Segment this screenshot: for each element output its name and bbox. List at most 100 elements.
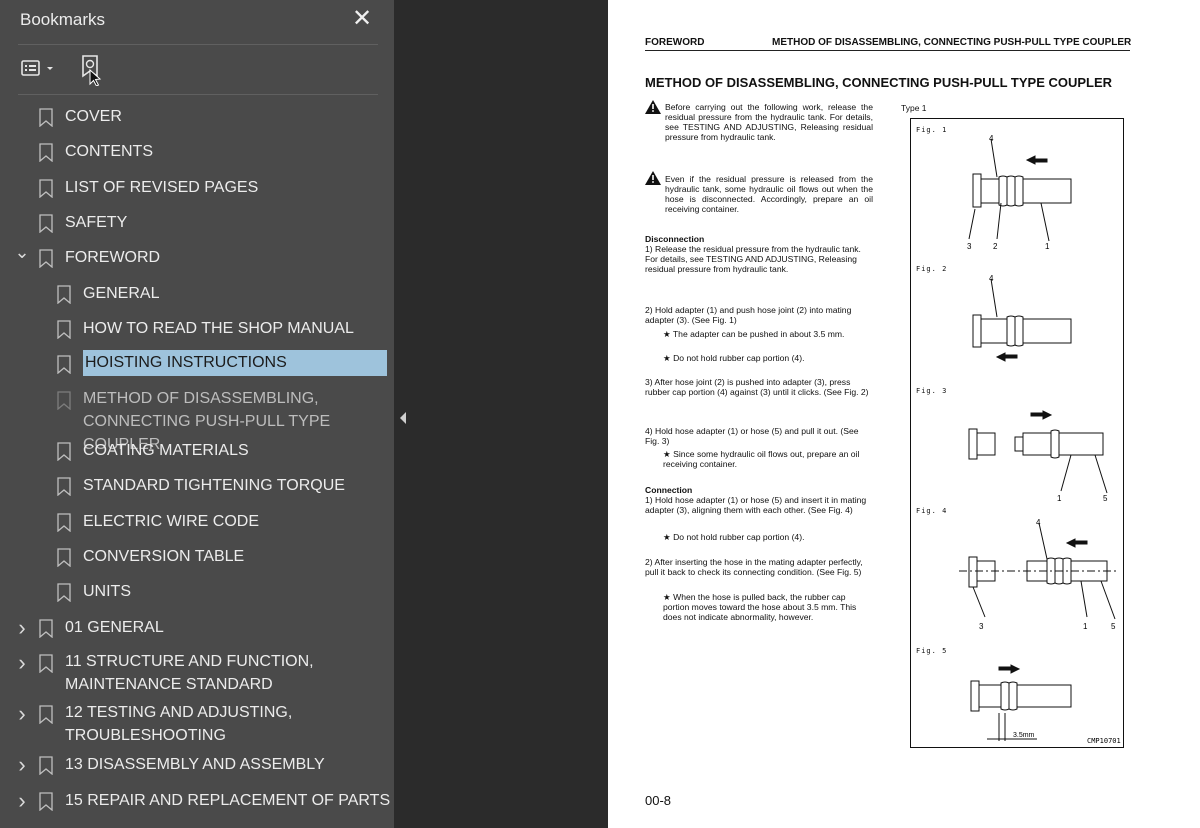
bookmark-item[interactable]: GENERAL [0, 279, 394, 309]
chevron-right-icon[interactable]: › [14, 652, 30, 674]
bookmark-item[interactable]: › 11 STRUCTURE AND FUNCTION, MAINTENANCE … [0, 648, 394, 694]
bookmark-item[interactable]: SAFETY [0, 208, 394, 238]
bookmark-item[interactable]: CONTENTS [0, 137, 394, 167]
bookmark-icon [57, 442, 71, 461]
bookmark-item[interactable]: ⌄ FOREWORD [0, 242, 394, 273]
dimension-label: 3.5mm [1013, 732, 1035, 739]
bookmark-item[interactable]: › 13 DISASSEMBLY AND ASSEMBLY [0, 750, 394, 780]
bookmark-item[interactable]: › 15 REPAIR AND REPLACEMENT OF PARTS [0, 786, 394, 816]
document-page: FOREWORD METHOD OF DISASSEMBLING, CONNEC… [608, 0, 1200, 828]
callout: 4 [989, 134, 994, 143]
warning-text: Even if the residual pressure is release… [665, 174, 873, 214]
step-text: 4) Hold hose adapter (1) or hose (5) and… [645, 426, 859, 446]
warning-icon [645, 100, 661, 114]
bookmark-label: COVER [65, 108, 122, 125]
step-text: 2) After inserting the hose in the matin… [645, 557, 863, 577]
bookmark-options-button[interactable] [20, 58, 60, 80]
warning-icon [645, 171, 661, 185]
bookmark-item[interactable]: › 12 TESTING AND ADJUSTING, TROUBLESHOOTI… [0, 699, 394, 745]
find-current-bookmark-button[interactable] [78, 54, 106, 87]
callout: 1 [1057, 494, 1062, 503]
page-title: METHOD OF DISASSEMBLING, CONNECTING PUSH… [645, 75, 1113, 90]
figure-panel: Fig. 1 Fig. 2 Fig. 3 Fig. 4 Fig. 5 4 3 2… [910, 118, 1124, 748]
bookmark-icon [39, 756, 53, 775]
page-header-left: FOREWORD [645, 37, 705, 48]
callout: 1 [1083, 622, 1088, 631]
chevron-right-icon[interactable]: › [14, 754, 30, 776]
bookmark-label: STANDARD TIGHTENING TORQUE [83, 477, 345, 494]
bookmark-label: SAFETY [65, 214, 128, 231]
bookmark-icon [57, 477, 71, 496]
chevron-down-icon[interactable]: ⌄ [14, 242, 30, 262]
bookmark-icon [39, 654, 53, 673]
fig2-drawing [972, 278, 1072, 362]
page-header-right: METHOD OF DISASSEMBLING, CONNECTING PUSH… [772, 37, 1132, 48]
divider [18, 44, 378, 45]
bookmark-item[interactable]: METHOD OF DISASSEMBLING, CONNECTING PUSH… [0, 385, 394, 453]
bookmark-icon [57, 285, 71, 304]
bookmark-icon [39, 705, 53, 724]
bookmark-label: CONTENTS [65, 143, 153, 160]
bookmark-icon [39, 143, 53, 162]
fig3-drawing [968, 410, 1108, 494]
bookmark-label: GENERAL [83, 285, 160, 302]
bookmarks-panel: Bookmarks ✕ COVER CONTENTS LIST OF REVISED… [0, 0, 394, 828]
bookmark-label: ELECTRIC WIRE CODE [83, 513, 260, 530]
chevron-right-icon[interactable]: › [14, 617, 30, 639]
close-icon[interactable]: ✕ [350, 6, 374, 32]
panel-title: Bookmarks [20, 10, 106, 29]
bookmark-item[interactable]: › 01 GENERAL [0, 613, 394, 643]
section-heading: Disconnection [645, 234, 705, 244]
bookmark-item[interactable]: COVER [0, 102, 394, 132]
bookmark-item[interactable]: ELECTRIC WIRE CODE [0, 507, 394, 537]
step-text: 2) Hold adapter (1) and push hose joint … [645, 305, 852, 325]
bookmark-item[interactable]: LIST OF REVISED PAGES [0, 173, 394, 203]
note-text: ★ Do not hold rubber cap portion (4). [663, 353, 805, 363]
bookmark-item[interactable]: UNITS [0, 577, 394, 607]
bookmark-icon [39, 214, 53, 233]
bookmark-icon [39, 619, 53, 638]
bookmark-options-icon [21, 60, 53, 76]
bookmark-label: LIST OF REVISED PAGES [65, 179, 259, 196]
callout: 5 [1111, 622, 1116, 631]
bookmark-label: CONVERSION TABLE [83, 548, 245, 565]
chevron-left-icon [400, 412, 406, 424]
bookmark-item[interactable]: CONVERSION TABLE [0, 542, 394, 572]
bookmark-icon [57, 391, 71, 410]
bookmark-item[interactable]: STANDARD TIGHTENING TORQUE [0, 471, 394, 501]
note-text: ★ The adapter can be pushed in about 3.5… [663, 329, 845, 339]
callout: 3 [967, 242, 972, 251]
bookmark-label: FOREWORD [65, 249, 161, 266]
warning-text: Before carrying out the following work, … [665, 102, 873, 142]
section-heading: Connection [645, 485, 693, 495]
header-rule [645, 50, 1130, 51]
chevron-right-icon[interactable]: › [14, 703, 30, 725]
bookmark-label: 01 GENERAL [65, 619, 164, 636]
callout: 5 [1103, 494, 1108, 503]
step-text: 3) After hose joint (2) is pushed into a… [645, 377, 869, 397]
note-text: ★ Do not hold rubber cap portion (4). [663, 532, 805, 542]
coupler-diagrams: 4 3 2 1 4 1 5 4 3 1 5 3.5mm CMP10701 [959, 134, 1121, 745]
page-number: 00-8 [645, 793, 672, 808]
bookmark-item[interactable]: HOW TO READ THE SHOP MANUAL [0, 314, 394, 344]
bookmark-label: 15 REPAIR AND REPLACEMENT OF PARTS [65, 792, 391, 809]
callout: 4 [1036, 518, 1041, 527]
bookmark-item[interactable]: COATING MATERIALS [0, 436, 394, 466]
chevron-right-icon[interactable]: › [14, 790, 30, 812]
collapse-panel-button[interactable] [398, 410, 408, 426]
bookmark-icon [57, 513, 71, 532]
bookmark-icon [57, 355, 71, 374]
callout: 1 [1045, 242, 1050, 251]
bookmark-label: UNITS [83, 583, 131, 600]
bookmark-item[interactable]: HOISTING INSTRUCTIONS [0, 349, 394, 379]
step-text: 1) Release the residual pressure from th… [645, 244, 861, 274]
bookmark-icon [57, 548, 71, 567]
figure-code: CMP10701 [1087, 737, 1121, 745]
bookmark-icon [57, 320, 71, 339]
fig5-drawing [970, 664, 1072, 741]
bookmark-label: 12 TESTING AND ADJUSTING, TROUBLESHOOTIN… [65, 704, 293, 744]
bookmark-label: 11 STRUCTURE AND FUNCTION, MAINTENANCE S… [65, 653, 314, 693]
bookmark-icon [39, 792, 53, 811]
type-label: Type 1 [901, 103, 927, 113]
step-text: 1) Hold hose adapter (1) or hose (5) and… [645, 495, 867, 515]
